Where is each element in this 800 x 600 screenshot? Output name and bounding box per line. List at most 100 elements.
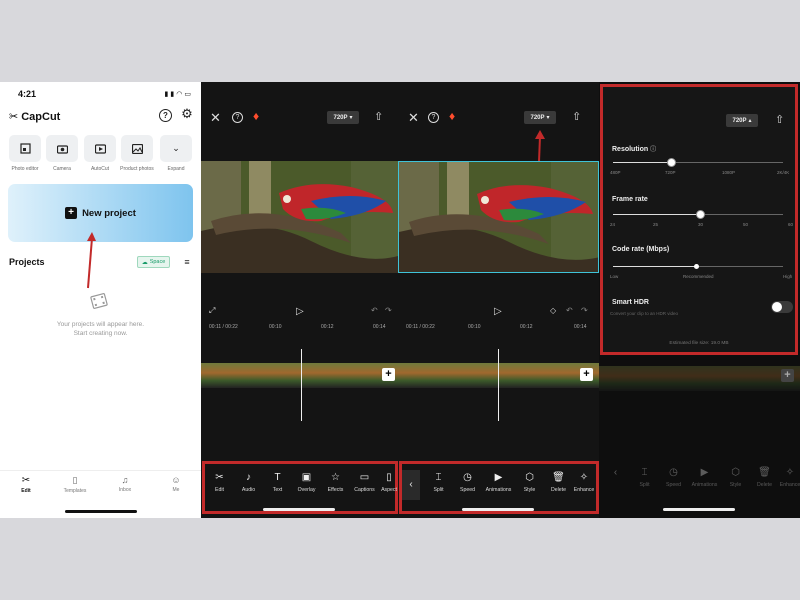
nav-inbox[interactable]: ♫ Inbox: [109, 475, 141, 493]
quick-action-expand[interactable]: ⌄: [160, 135, 192, 162]
frame-rate-tick: 30: [698, 222, 704, 227]
tool-delete[interactable]: 🗑 Delete: [544, 472, 573, 493]
dropdown-arrow-icon: ▴: [748, 118, 752, 124]
new-project-button[interactable]: + New project: [8, 184, 193, 242]
quick-action-photo-editor[interactable]: [9, 135, 41, 162]
flame-icon[interactable]: ♦: [449, 109, 455, 123]
play-icon[interactable]: ▷: [494, 306, 502, 317]
frame-rate-tick: 60: [788, 222, 794, 227]
app-name: CapCut: [21, 110, 61, 123]
tool-audio[interactable]: ♪ Audio: [234, 472, 263, 493]
tool-label: Animations: [485, 487, 512, 493]
signal-icon: ▮▮: [164, 91, 177, 98]
add-clip-button[interactable]: +: [781, 369, 794, 382]
tool-animations[interactable]: ▶ Animations: [482, 472, 515, 493]
smart-hdr-toggle[interactable]: [771, 301, 793, 313]
redo-icon[interactable]: ↷: [581, 306, 588, 315]
export-icon[interactable]: ⇧: [775, 113, 784, 126]
play-icon[interactable]: ▷: [296, 306, 304, 317]
ruler-tick: 00:12: [321, 324, 334, 330]
tool-style[interactable]: ⬡ Style: [515, 472, 544, 493]
home-indicator: [263, 508, 335, 511]
product-photos-icon: [131, 143, 143, 154]
close-icon[interactable]: ✕: [408, 110, 419, 126]
bell-icon: ♫: [121, 475, 129, 485]
help-icon[interactable]: ?: [159, 109, 172, 122]
smart-hdr-description: Convert your clip to an HDR video: [610, 311, 679, 316]
clip-toolbar: ‹ ⌶ Split ◷ Speed ▶ Animations ⬡ Style 🗑 Dele…: [399, 461, 599, 514]
playhead[interactable]: [498, 349, 499, 421]
resolution-slider[interactable]: [613, 158, 783, 167]
undo-icon[interactable]: ↶: [371, 306, 378, 315]
export-icon[interactable]: ⇧: [572, 110, 581, 123]
tool-effects[interactable]: ☆ Effects: [321, 472, 350, 493]
code-rate-tick: High: [783, 274, 793, 279]
speed-icon: ◷: [463, 472, 472, 483]
style-icon: ⬡: [525, 472, 534, 483]
export-settings-screen: ‹ ⌶ Split ◷ Speed ▶ Animations ⬡ Style 🗑 Dele…: [599, 82, 800, 518]
aspect-icon: ▯: [386, 472, 392, 483]
close-icon[interactable]: ✕: [210, 110, 221, 126]
info-icon: ⓘ: [650, 147, 657, 153]
chevron-left-icon: ‹: [409, 479, 413, 490]
editor-screen: ✕ ? ♦ 720P ▾ ⇧ ⤢ ▷ ↶ ↷ 00:11 / 00:22 00:1…: [201, 82, 398, 518]
tool-text[interactable]: T Text: [263, 472, 292, 493]
slider-knob[interactable]: [666, 158, 676, 167]
flame-icon[interactable]: ♦: [253, 109, 259, 123]
timeline-clip[interactable]: [201, 363, 398, 388]
dropdown-arrow-icon: ▾: [546, 115, 550, 121]
slider-fill: [613, 214, 700, 215]
resolution-button[interactable]: 720P ▾: [327, 111, 359, 124]
export-icon[interactable]: ⇧: [374, 110, 383, 123]
code-rate-tick: Recommended: [683, 274, 714, 279]
tool-label: Overlay: [297, 487, 316, 493]
quick-action-autocut[interactable]: [84, 135, 116, 162]
quick-action-product-photos[interactable]: [121, 135, 153, 162]
quick-action-camera[interactable]: [46, 135, 78, 162]
code-rate-slider[interactable]: [613, 264, 783, 269]
help-icon[interactable]: ?: [428, 112, 439, 123]
tool-enhance[interactable]: ✧ Enhance: [573, 472, 595, 493]
playhead[interactable]: [301, 349, 302, 421]
tool-label: Text: [272, 487, 283, 493]
nav-me[interactable]: ☺ Me: [160, 475, 192, 493]
gear-icon[interactable]: ⚙: [180, 106, 194, 121]
slider-knob[interactable]: [694, 264, 699, 269]
add-clip-button[interactable]: +: [580, 368, 593, 381]
tool-overlay[interactable]: ▣ Overlay: [292, 472, 321, 493]
tool-label: Captions: [354, 487, 375, 493]
space-badge[interactable]: ☁ Space: [137, 256, 170, 268]
keyframe-icon[interactable]: ◇: [550, 306, 556, 315]
tool-label: Speed: [459, 487, 475, 493]
fullscreen-icon[interactable]: ⤢: [209, 306, 215, 316]
animations-icon: ▶: [494, 472, 503, 483]
tool-captions[interactable]: ▭ Captions: [350, 472, 379, 493]
tool-aspect[interactable]: ▯ Aspect: [379, 472, 398, 493]
chevron-down-icon: ⌄: [172, 143, 180, 153]
nav-templates[interactable]: ▯ Templates: [59, 475, 91, 494]
nav-label: Inbox: [118, 487, 132, 493]
tool-speed[interactable]: ◷ Speed: [453, 472, 482, 493]
resolution-button[interactable]: 720P ▾: [524, 111, 556, 124]
help-icon[interactable]: ?: [232, 112, 243, 123]
slider-fill: [613, 266, 698, 267]
tool-label: Enhance: [573, 487, 595, 493]
cloud-icon: ☁: [141, 259, 148, 266]
back-button[interactable]: ‹: [402, 470, 420, 500]
templates-icon: ▯: [72, 475, 78, 485]
undo-icon[interactable]: ↶: [566, 306, 573, 315]
tool-edit[interactable]: ✂ Edit: [205, 472, 234, 493]
sort-list-icon[interactable]: ≡: [181, 256, 193, 268]
tool-split[interactable]: ⌶ Split: [424, 472, 453, 493]
tool-label: Delete: [551, 487, 566, 493]
resolution-button[interactable]: 720P ▴: [726, 114, 758, 127]
nav-edit[interactable]: ✂ Edit: [10, 475, 42, 494]
frame-rate-slider[interactable]: [613, 210, 783, 219]
add-clip-button[interactable]: +: [382, 368, 395, 381]
capcut-home-screen: 4:21 ▮▮◠▭ ✂ CapCut ? ⚙ Photo editor Came…: [0, 82, 201, 518]
scissors-icon: ✂: [21, 475, 31, 486]
redo-icon[interactable]: ↷: [385, 306, 392, 315]
dimmed-editor-background: ‹ ⌶ Split ◷ Speed ▶ Animations ⬡ Style 🗑 Dele…: [599, 352, 800, 518]
slider-knob[interactable]: [695, 210, 705, 219]
quick-action-label: Expand: [167, 166, 185, 172]
